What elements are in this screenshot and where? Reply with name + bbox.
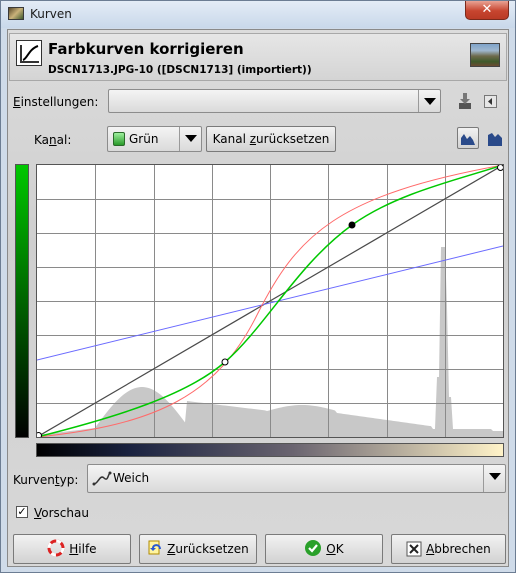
dialog-header: Farbkurven korrigieren DSCN1713.JPG-10 (… <box>9 33 507 81</box>
input-gradient-bar <box>36 443 504 457</box>
control-point <box>35 432 42 439</box>
curve-graph[interactable] <box>35 164 504 439</box>
curve-type-value: Weich <box>113 471 150 485</box>
ok-icon <box>305 540 322 556</box>
dialog-subtitle: DSCN1713.JPG-10 ([DSCN1713] (importiert)… <box>48 64 312 76</box>
control-point <box>497 164 504 171</box>
dialog-title: Farbkurven korrigieren <box>48 40 244 58</box>
curves-tool-icon <box>16 40 42 66</box>
channel-color-icon <box>113 132 125 146</box>
curve-editor[interactable] <box>35 164 504 439</box>
channel-value: Grün <box>129 132 159 146</box>
linear-histogram-button[interactable] <box>457 127 479 149</box>
app-icon <box>8 7 24 20</box>
help-button[interactable]: Hilfe <box>13 534 131 564</box>
cancel-icon <box>406 541 422 557</box>
preset-menu-icon[interactable] <box>484 95 497 108</box>
window-title: Kurven <box>30 7 72 21</box>
check-icon: ✓ <box>17 505 27 518</box>
smooth-curve-icon <box>92 471 112 486</box>
output-gradient-bar <box>15 164 29 438</box>
chevron-down-icon[interactable] <box>179 127 201 151</box>
cancel-button[interactable]: Abbrechen <box>391 534 506 564</box>
reset-icon <box>148 540 162 555</box>
help-icon <box>47 539 65 557</box>
close-button[interactable]: ✕ <box>465 1 509 20</box>
channel-label: Kanal: <box>34 133 72 147</box>
preview-checkbox[interactable]: ✓ <box>16 506 28 518</box>
ok-button[interactable]: OK <box>265 534 383 564</box>
dialog-body: Farbkurven korrigieren DSCN1713.JPG-10 (… <box>7 29 509 567</box>
channel-combo[interactable]: Grün <box>107 126 202 152</box>
preview-label: Vorschau <box>34 506 89 520</box>
log-histogram-icon <box>488 133 502 146</box>
settings-label: Einstellungen: <box>13 95 99 109</box>
linear-histogram-icon <box>461 134 475 145</box>
settings-combo[interactable] <box>108 89 441 113</box>
title-bar: Kurven ✕ <box>1 1 515 28</box>
save-preset-icon[interactable] <box>456 91 474 111</box>
log-histogram-button[interactable] <box>485 129 505 149</box>
close-icon[interactable]: ✕ <box>482 2 493 17</box>
chevron-down-icon[interactable] <box>483 465 505 492</box>
curve-type-label: Kurventyp: <box>13 473 79 487</box>
control-point <box>221 358 229 366</box>
reset-button[interactable]: Zurücksetzen <box>139 534 257 564</box>
reset-channel-button[interactable]: Kanal zurücksetzen <box>206 126 336 152</box>
image-thumbnail <box>470 43 500 67</box>
curve-type-combo[interactable]: Weich <box>87 464 506 493</box>
chevron-down-icon[interactable] <box>418 90 440 112</box>
control-point-selected <box>348 221 356 229</box>
curves-window: Kurven ✕ Farbkurven korrigieren DSCN1713… <box>0 0 516 573</box>
